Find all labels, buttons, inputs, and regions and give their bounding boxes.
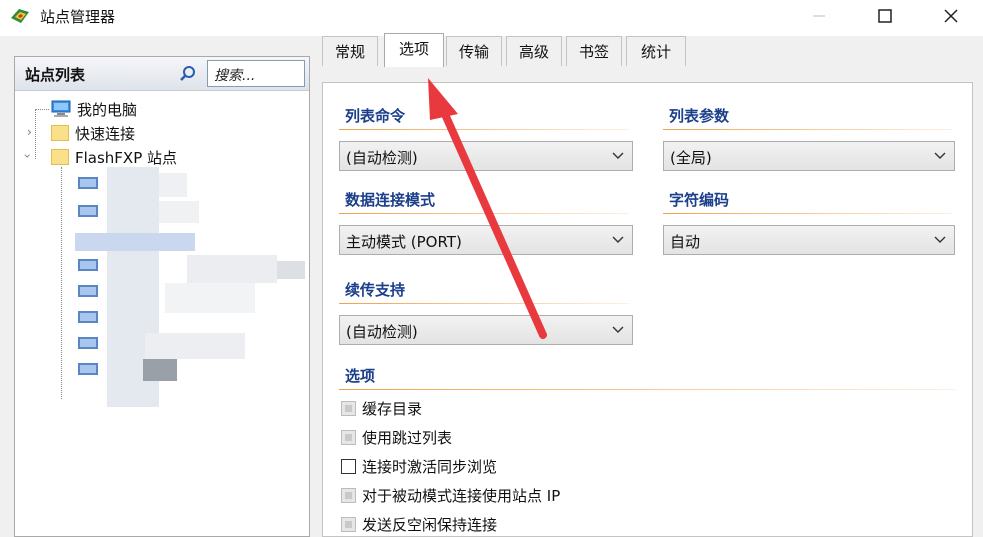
charset-dropdown[interactable]: 自动 (663, 225, 955, 255)
redaction-mosaic (143, 359, 177, 381)
section-divider (339, 303, 629, 304)
site-icon[interactable] (77, 283, 99, 299)
dialog-body: 站点列表 搜索... 我的电脑 › 快速连接 › FlashFXP 站点 常规 … (0, 33, 983, 537)
checkbox[interactable] (341, 400, 356, 416)
chevron-down-icon (612, 152, 624, 159)
dropdown-value: 自动 (670, 233, 701, 251)
checkbox[interactable] (341, 458, 356, 474)
option-cache-directory[interactable]: 缓存目录 (341, 397, 422, 419)
redaction-mosaic (159, 201, 199, 223)
site-icon[interactable] (77, 361, 99, 377)
tree-line (35, 109, 49, 110)
option-sync-browse[interactable]: 连接时激活同步浏览 (341, 455, 497, 477)
window-title: 站点管理器 (40, 8, 116, 26)
section-divider (663, 129, 953, 130)
dropdown-value: (全局) (670, 149, 712, 167)
option-label: 缓存目录 (362, 399, 423, 418)
site-list-header: 站点列表 搜索... (15, 57, 309, 91)
checkbox[interactable] (341, 516, 356, 532)
option-passive-site-ip[interactable]: 对于被动模式连接使用站点 IP (341, 484, 560, 506)
site-icon[interactable] (77, 335, 99, 351)
site-icon[interactable] (77, 257, 99, 273)
list-command-dropdown[interactable]: (自动检测) (339, 141, 633, 171)
section-divider (663, 213, 953, 214)
options-tab-page: 列表命令 (自动检测) 列表参数 (全局) 数据连接模式 主动模式 (PORT)… (322, 82, 973, 537)
redaction-mosaic (145, 333, 245, 359)
options-section-label: 选项 (345, 367, 376, 385)
site-list-title: 站点列表 (25, 66, 86, 84)
tree-item-label: 快速连接 (75, 124, 136, 143)
option-keep-alive[interactable]: 发送反空闲保持连接 (341, 513, 497, 535)
minimize-icon (813, 15, 825, 17)
site-list-panel: 站点列表 搜索... 我的电脑 › 快速连接 › FlashFXP 站点 (14, 56, 310, 537)
redaction-mosaic (187, 255, 277, 283)
maximize-icon (878, 9, 892, 23)
site-icon[interactable] (77, 175, 99, 191)
charset-label: 字符编码 (669, 191, 730, 209)
redaction-mosaic (277, 261, 305, 279)
tab-advanced[interactable]: 高级 (506, 36, 562, 66)
tab-general[interactable]: 常规 (322, 36, 378, 66)
redaction-mosaic (159, 173, 187, 197)
tree-item-my-computer[interactable]: 我的电脑 (51, 97, 137, 121)
title-bar: 站点管理器 (0, 0, 983, 36)
chevron-down-icon (612, 236, 624, 243)
tab-transfer[interactable]: 传输 (446, 36, 502, 66)
folder-icon (51, 125, 69, 141)
checkbox[interactable] (341, 429, 356, 445)
redaction-mosaic (165, 283, 255, 313)
tab-options[interactable]: 选项 (384, 33, 444, 67)
option-use-skip-list[interactable]: 使用跳过列表 (341, 426, 452, 448)
option-label: 连接时激活同步浏览 (362, 457, 498, 476)
redaction-mosaic (75, 233, 195, 251)
resume-support-dropdown[interactable]: (自动检测) (339, 315, 633, 345)
chevron-down-icon (934, 236, 946, 243)
section-divider (339, 129, 629, 130)
maximize-button[interactable] (862, 0, 908, 32)
search-icon[interactable] (179, 65, 197, 83)
folder-icon (51, 149, 69, 165)
tab-bookmarks[interactable]: 书签 (566, 36, 622, 66)
collapse-arrow-icon[interactable]: › (20, 154, 34, 159)
search-input[interactable]: 搜索... (207, 60, 305, 87)
tab-statistics[interactable]: 统计 (626, 36, 686, 66)
tree-item-label: 我的电脑 (77, 100, 138, 119)
option-label: 发送反空闲保持连接 (362, 515, 498, 534)
data-mode-dropdown[interactable]: 主动模式 (PORT) (339, 225, 633, 255)
tree-item-quick-connect[interactable]: 快速连接 (51, 121, 135, 145)
option-label: 使用跳过列表 (362, 428, 453, 447)
close-button[interactable] (928, 0, 974, 32)
section-divider (339, 213, 629, 214)
tree-item-flashfxp-sites[interactable]: FlashFXP 站点 (51, 145, 177, 169)
list-params-dropdown[interactable]: (全局) (663, 141, 955, 171)
computer-icon (51, 100, 71, 117)
data-mode-label: 数据连接模式 (345, 191, 436, 209)
site-icon[interactable] (77, 203, 99, 219)
option-label: 对于被动模式连接使用站点 IP (362, 486, 561, 505)
dropdown-value: (自动检测) (346, 149, 418, 167)
site-icon[interactable] (77, 309, 99, 325)
tree-line (35, 109, 36, 159)
resume-support-label: 续传支持 (345, 281, 406, 299)
tree-item-label: FlashFXP 站点 (75, 148, 178, 167)
chevron-down-icon (612, 326, 624, 333)
chevron-down-icon (934, 152, 946, 159)
list-params-label: 列表参数 (669, 107, 730, 125)
close-icon (944, 9, 958, 23)
checkbox[interactable] (341, 487, 356, 503)
dropdown-value: 主动模式 (PORT) (346, 233, 462, 251)
section-divider (339, 389, 955, 390)
tree-line (61, 167, 62, 399)
list-command-label: 列表命令 (345, 107, 406, 125)
flashfxp-app-icon (11, 9, 29, 23)
minimize-button[interactable] (796, 0, 842, 32)
expand-arrow-icon[interactable]: › (27, 125, 32, 139)
dropdown-value: (自动检测) (346, 323, 418, 341)
